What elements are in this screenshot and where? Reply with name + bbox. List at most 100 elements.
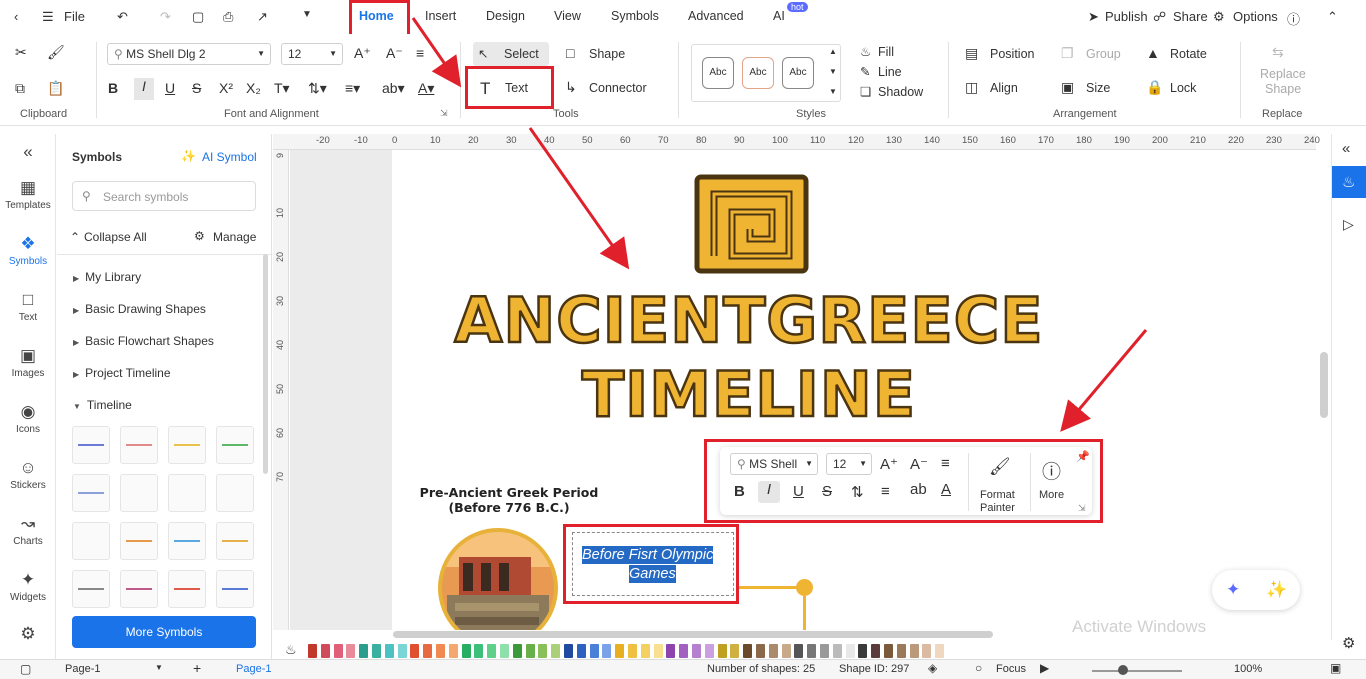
- vertical-scrollbar[interactable]: [1320, 352, 1328, 418]
- rotate-button[interactable]: Rotate: [1170, 47, 1207, 61]
- format-painter-label-2[interactable]: Painter: [980, 502, 1015, 514]
- text-case-icon[interactable]: ab▾: [382, 80, 405, 97]
- play-icon[interactable]: ▶: [1040, 661, 1049, 675]
- scroll-down-icon[interactable]: ▼: [829, 67, 837, 76]
- text-style-icon[interactable]: T▾: [274, 80, 290, 97]
- color-swatch[interactable]: [935, 644, 945, 658]
- timeline-symbol[interactable]: [72, 522, 110, 560]
- knossos-image[interactable]: [437, 527, 559, 630]
- color-swatch[interactable]: [679, 644, 689, 658]
- manage-button[interactable]: Manage: [213, 230, 256, 244]
- color-swatch[interactable]: [346, 644, 356, 658]
- print-icon[interactable]: ⎙: [223, 9, 233, 25]
- superscript-icon[interactable]: X²: [219, 80, 233, 96]
- period-heading[interactable]: Pre-Ancient Greek Period (Before 776 B.C…: [414, 485, 604, 515]
- expand-panel-icon[interactable]: «: [1342, 140, 1350, 157]
- zoom-slider[interactable]: [1092, 670, 1182, 672]
- color-swatch[interactable]: [756, 644, 765, 658]
- sidebar-item-symbols[interactable]: ❖ Symbols: [0, 234, 56, 267]
- pin-icon[interactable]: 📌: [1076, 450, 1090, 463]
- collapse-ribbon-icon[interactable]: ⌃: [1327, 9, 1338, 25]
- timeline-symbol[interactable]: [120, 474, 158, 512]
- color-swatch[interactable]: [884, 644, 893, 658]
- color-swatch[interactable]: [832, 644, 842, 658]
- page-tab-active[interactable]: Page-1: [236, 663, 271, 675]
- collapse-all-button[interactable]: Collapse All: [84, 230, 147, 244]
- search-input[interactable]: Search symbols: [103, 190, 188, 204]
- tab-insert[interactable]: Insert: [425, 9, 456, 23]
- gear-icon[interactable]: ⚙: [1342, 634, 1355, 652]
- color-swatch[interactable]: [359, 644, 369, 658]
- float-size-select[interactable]: 12 ▼: [826, 453, 872, 475]
- decrease-font-icon[interactable]: A⁻: [910, 455, 928, 473]
- ai-wand-icon[interactable]: ✦: [1226, 580, 1240, 600]
- color-swatch[interactable]: [333, 644, 343, 658]
- format-painter-label[interactable]: Format: [980, 489, 1015, 501]
- replace-shape-label[interactable]: Replace: [1260, 67, 1306, 81]
- color-swatch[interactable]: [820, 644, 829, 658]
- chevron-down-icon[interactable]: ▼: [155, 663, 163, 672]
- file-menu-icon[interactable]: ☰: [42, 9, 54, 25]
- more-button[interactable]: More: [1039, 489, 1064, 501]
- color-swatch[interactable]: [666, 644, 676, 658]
- library-section-expanded[interactable]: ▼ Timeline: [73, 398, 132, 412]
- underline-icon[interactable]: U: [793, 483, 804, 500]
- customize-icon[interactable]: ▼: [302, 9, 312, 20]
- lock-button[interactable]: Lock: [1170, 81, 1196, 95]
- shape-icon[interactable]: □: [566, 45, 574, 61]
- line-spacing-icon[interactable]: ⇅: [851, 483, 864, 501]
- color-swatch[interactable]: [807, 644, 817, 658]
- expand-gallery-icon[interactable]: ▼: [829, 87, 837, 96]
- back-icon[interactable]: ‹: [14, 9, 18, 24]
- library-section[interactable]: ▶ Project Timeline: [73, 366, 171, 380]
- zoom-level[interactable]: 100%: [1234, 663, 1262, 675]
- selected-text-line2[interactable]: Games: [629, 565, 676, 583]
- color-swatch[interactable]: [500, 644, 509, 658]
- ai-symbol-icon[interactable]: ✨: [181, 149, 196, 163]
- undo-icon[interactable]: ↶: [117, 9, 128, 25]
- export-icon[interactable]: ↗: [257, 9, 268, 25]
- bullet-list-icon[interactable]: ≡▾: [345, 80, 360, 97]
- font-color-icon[interactable]: A▾: [418, 80, 434, 97]
- line-button[interactable]: Line: [878, 65, 902, 79]
- text-case-icon[interactable]: ab: [910, 481, 927, 498]
- font-family-select[interactable]: ⚲ MS Shell Dlg 2 ▼: [107, 43, 271, 65]
- timeline-symbol[interactable]: [120, 426, 158, 464]
- color-swatch[interactable]: [410, 644, 420, 658]
- color-swatch[interactable]: [308, 644, 317, 658]
- connector-icon[interactable]: ↳: [565, 79, 577, 96]
- ai-sparkle-icon[interactable]: ✨: [1266, 580, 1287, 600]
- color-swatch[interactable]: [896, 644, 906, 658]
- align-icon[interactable]: ≡: [941, 455, 950, 472]
- color-swatch[interactable]: [448, 644, 458, 658]
- timeline-symbol[interactable]: [72, 570, 110, 608]
- tab-advanced[interactable]: Advanced: [688, 9, 744, 23]
- sidebar-item-icons[interactable]: ◉ Icons: [0, 402, 56, 435]
- increase-font-icon[interactable]: A⁺: [354, 45, 371, 62]
- color-swatch[interactable]: [372, 644, 381, 658]
- color-swatch[interactable]: [320, 644, 330, 658]
- sidebar-item-stickers[interactable]: ☺ Stickers: [0, 458, 56, 491]
- style-sample[interactable]: Abc: [782, 57, 814, 89]
- size-button[interactable]: Size: [1086, 81, 1110, 95]
- strikethrough-icon[interactable]: S: [822, 483, 832, 500]
- add-page-icon[interactable]: +: [193, 660, 201, 676]
- color-swatch[interactable]: [487, 644, 497, 658]
- timeline-symbol[interactable]: [216, 522, 254, 560]
- format-brush-icon[interactable]: 🖌: [47, 44, 65, 61]
- color-swatch[interactable]: [615, 644, 625, 658]
- horizontal-scrollbar[interactable]: [393, 631, 993, 638]
- redo-icon[interactable]: ↷: [160, 9, 171, 25]
- resize-handle-icon[interactable]: ⇲: [1078, 503, 1086, 514]
- color-swatch[interactable]: [858, 644, 868, 658]
- timeline-symbol[interactable]: [72, 474, 110, 512]
- copy-icon[interactable]: ⧉: [15, 80, 25, 97]
- help-icon[interactable]: ⓘ: [1287, 9, 1300, 28]
- align-icon[interactable]: ≡: [416, 45, 424, 61]
- color-swatch[interactable]: [640, 644, 650, 658]
- sidebar-item-templates[interactable]: ▦ Templates: [0, 178, 56, 211]
- fill-bucket-icon[interactable]: ♨: [285, 642, 297, 658]
- tab-design[interactable]: Design: [486, 9, 525, 23]
- timeline-symbol[interactable]: [120, 570, 158, 608]
- timeline-title-line1[interactable]: ANCIENTGREECE: [392, 283, 1106, 359]
